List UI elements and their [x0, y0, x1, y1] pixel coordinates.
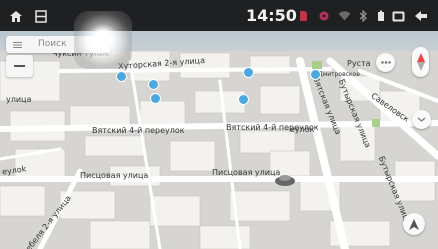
poi-pin[interactable]: [150, 93, 161, 104]
street-label: Писцовая улица: [80, 171, 149, 180]
street-label: еулок: [290, 125, 315, 134]
search-placeholder: Поиск: [38, 39, 67, 49]
touch-highlight: [74, 11, 132, 69]
navigation-arrow-icon: [409, 218, 419, 230]
poi-pin[interactable]: [243, 67, 254, 78]
compass-icon: [416, 53, 425, 71]
street-label: Вятский 4-й переулок: [92, 126, 185, 135]
bluetooth-icon: [355, 8, 371, 24]
map-canvas: [0, 31, 438, 249]
poi-pin[interactable]: [148, 79, 159, 90]
poi-pin[interactable]: [116, 71, 127, 82]
zoom-out-button[interactable]: [6, 55, 33, 77]
compass-button[interactable]: [412, 47, 429, 77]
street-label: Дмитровское: [318, 71, 360, 78]
clock: 14:50: [246, 6, 297, 25]
battery-icon: [373, 8, 389, 24]
street-label: Руста: [347, 59, 371, 68]
street-label: Писцовая улица: [212, 168, 281, 177]
sd-card-icon: [295, 8, 311, 24]
poi-pin[interactable]: [238, 94, 249, 105]
back-icon[interactable]: [413, 8, 429, 24]
layers-button[interactable]: [412, 110, 431, 129]
dots-icon: [380, 61, 391, 64]
chevron-icon: [417, 117, 426, 122]
more-button[interactable]: [376, 53, 395, 72]
poi-pin[interactable]: [310, 69, 321, 80]
navigate-button[interactable]: [403, 213, 425, 235]
menu-icon: [13, 42, 22, 48]
wifi-icon: [336, 8, 352, 24]
status-bar: 14:50: [0, 0, 438, 31]
home-icon[interactable]: [8, 8, 24, 24]
picture-icon: [390, 8, 406, 24]
gps-icon: [316, 8, 332, 24]
menu-icon[interactable]: [33, 8, 49, 24]
minus-icon: [14, 65, 25, 67]
map-view[interactable]: Чуксин тупик Хуторская 2-я улица Вятский…: [0, 31, 438, 249]
street-label: улица: [6, 95, 32, 104]
